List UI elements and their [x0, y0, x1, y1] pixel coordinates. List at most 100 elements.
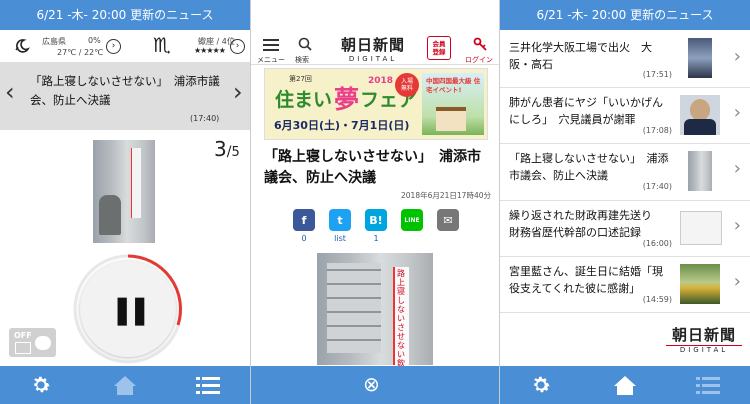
- scorpio-icon: ♏: [153, 33, 171, 57]
- register-button[interactable]: 会員登録: [427, 36, 451, 60]
- facebook-icon: f: [301, 213, 307, 227]
- list-button[interactable]: [178, 366, 238, 404]
- hatena-count: 1: [373, 234, 379, 243]
- logo-sub: DIGITAL: [348, 55, 398, 63]
- news-title: 三井化学大阪工場で出火 大阪・高石: [509, 41, 652, 71]
- ad-year: 2018: [368, 76, 394, 86]
- chevron-right-icon: ›: [111, 41, 116, 51]
- chevron-right-icon: ›: [733, 102, 741, 123]
- window-grid: [327, 263, 381, 353]
- pause-button[interactable]: ❚❚: [80, 261, 176, 357]
- menu-label: メニュー: [257, 56, 285, 64]
- prev-headline-button[interactable]: ‹: [5, 78, 15, 106]
- auto-read-toggle[interactable]: OFF: [9, 328, 56, 357]
- list-icon: [196, 377, 220, 394]
- weather-temp: 27℃ / 22℃: [57, 48, 104, 57]
- home-icon: [614, 376, 636, 395]
- headline-card[interactable]: ‹ 「路上寝しないさせない」 浦添市議会、防止へ決議 (17:40) ›: [0, 62, 250, 130]
- mail-icon: ✉: [443, 213, 453, 227]
- news-time: (14:59): [642, 295, 672, 304]
- home-button[interactable]: [595, 366, 655, 404]
- counter-total: 5: [231, 145, 240, 160]
- login-label: ログイン: [465, 56, 493, 64]
- gear-icon: [534, 376, 550, 393]
- lion-statue-shape: [99, 195, 121, 235]
- site-header: メニュー 検索 朝日新聞 DIGITAL 会員登録 ログイン: [251, 0, 499, 65]
- news-thumbnail: [680, 264, 720, 304]
- news-thumbnail: [680, 211, 722, 245]
- chat-bubble-icon: [35, 336, 51, 350]
- mail-share-button[interactable]: ✉: [437, 209, 459, 231]
- ad-side-text: 中国四国最大級 住宅イベント!: [426, 77, 481, 94]
- close-button[interactable]: ⊗: [363, 372, 380, 396]
- ad-banner[interactable]: 第27回 住まい 夢 フェア 2018 6月30日(土)・7月1日(日) 入場無…: [264, 68, 488, 140]
- list-item[interactable]: 繰り返された財政再建先送り 財務省歴代幹部の口述記録 (16:00) ›: [500, 201, 750, 257]
- home-button[interactable]: [95, 366, 155, 404]
- banner-sign: 路上寝しない させない 飲みすぎ: [393, 267, 409, 395]
- hatena-icon: B!: [369, 213, 383, 227]
- login-button[interactable]: ログイン: [465, 36, 495, 65]
- weather-detail-button[interactable]: ›: [106, 39, 121, 54]
- list-button[interactable]: [678, 366, 738, 404]
- next-headline-button[interactable]: ›: [233, 78, 243, 106]
- twitter-share-button[interactable]: t: [329, 209, 351, 231]
- search-button[interactable]: 検索: [295, 36, 315, 65]
- search-label: 検索: [295, 56, 309, 64]
- news-thumbnail: [680, 95, 720, 135]
- logo-sub: DIGITAL: [666, 345, 742, 354]
- horoscope-widget[interactable]: ♏ 蠍座 / 4位 ★★★★★ ›: [125, 30, 250, 62]
- ad-title-left: 住まい: [275, 89, 333, 111]
- status-title: 6/21 -木- 20:00 更新のニュース: [0, 0, 250, 30]
- weather-widget[interactable]: 広島県 0% 27℃ / 22℃ ›: [0, 30, 125, 62]
- twitter-icon: t: [337, 213, 343, 227]
- facebook-share-button[interactable]: f: [293, 209, 315, 231]
- suit-shape: [684, 119, 716, 135]
- facebook-count: 0: [301, 234, 307, 243]
- logo-main: 朝日新聞: [340, 36, 405, 54]
- news-thumbnail: [688, 151, 712, 191]
- gear-icon: [34, 376, 50, 393]
- list-item[interactable]: 宮里藍さん、誕生日に結婚「現役支えてくれた彼に感謝」 (14:59) ›: [500, 257, 750, 313]
- ad-edition: 第27回: [289, 75, 312, 83]
- close-bar: ⊗: [251, 366, 499, 404]
- ad-badge: 入場無料: [395, 73, 419, 97]
- article-panel: メニュー 検索 朝日新聞 DIGITAL 会員登録 ログイン 第27回 住まい …: [251, 0, 499, 404]
- register-label: 会員登録: [432, 40, 446, 56]
- hatena-share-button[interactable]: B!: [365, 209, 387, 231]
- chevron-right-icon: ›: [733, 46, 741, 67]
- site-logo[interactable]: 朝日新聞 DIGITAL: [337, 34, 409, 63]
- portrait-shape: [690, 99, 710, 121]
- news-title: 宮里藍さん、誕生日に結婚「現役支えてくれた彼に感謝」: [509, 265, 663, 295]
- chevron-right-icon: ›: [733, 158, 741, 179]
- menu-button[interactable]: メニュー: [257, 36, 285, 65]
- pause-icon: ❚❚: [110, 292, 152, 326]
- horoscope-detail-button[interactable]: ›: [230, 39, 245, 54]
- ad-badge-text: 入場無料: [400, 78, 413, 92]
- bottom-nav: [0, 366, 250, 404]
- logo-main: 朝日新聞: [671, 326, 736, 344]
- line-share-button[interactable]: LINE: [401, 209, 423, 231]
- news-title: 肺がん患者にヤジ「いいかげんにしろ」 穴見議員が謝罪: [509, 96, 663, 126]
- ad-dates: 6月30日(土)・7月1日(日): [274, 119, 410, 132]
- headline-time: (17:40): [190, 114, 220, 123]
- list-item[interactable]: 三井化学大阪工場で出火 大阪・高石 (17:51) ›: [500, 30, 750, 88]
- article-title: 「路上寝しないさせない」 浦添市議会、防止へ決議: [264, 149, 481, 186]
- chevron-right-icon: ›: [733, 271, 741, 292]
- chevron-right-icon: ›: [733, 215, 741, 236]
- news-time: (17:40): [642, 182, 672, 191]
- list-item[interactable]: 「路上寝しないさせない」 浦添市議会、防止へ決議 (17:40) ›: [500, 144, 750, 201]
- key-icon: [473, 37, 487, 51]
- counter-current: 3: [214, 137, 227, 161]
- twitter-count: list: [334, 234, 346, 243]
- headline-photo: [93, 140, 155, 243]
- playback-control[interactable]: ❚❚: [72, 253, 184, 365]
- ad-title-mid: 夢: [334, 85, 360, 114]
- news-time: (17:08): [642, 126, 672, 135]
- weather-rain: 0%: [88, 36, 101, 45]
- list-item[interactable]: 肺がん患者にヤジ「いいかげんにしろ」 穴見議員が謝罪 (17:08) ›: [500, 88, 750, 144]
- settings-button[interactable]: [11, 366, 71, 404]
- search-icon: [298, 37, 312, 51]
- settings-button[interactable]: [511, 366, 571, 404]
- status-title: 6/21 -木- 20:00 更新のニュース: [500, 0, 750, 30]
- news-time: (16:00): [642, 239, 672, 248]
